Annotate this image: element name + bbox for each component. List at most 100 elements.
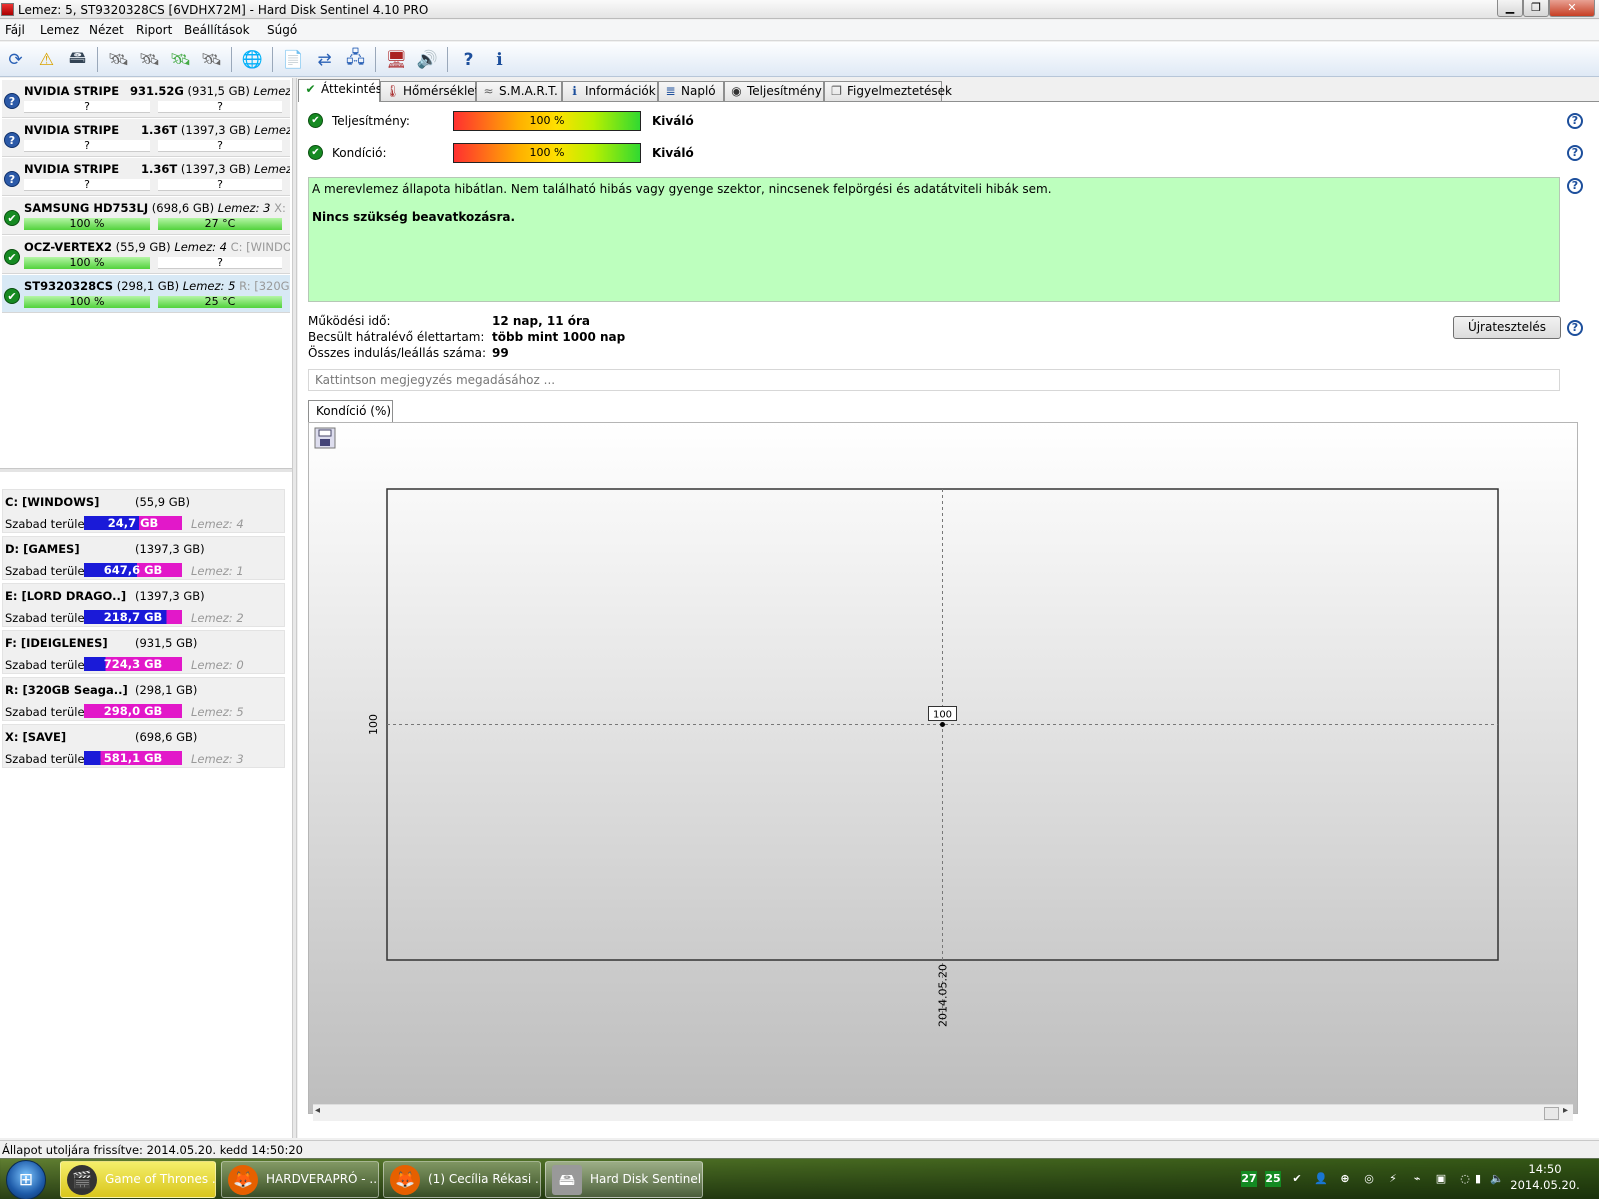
tray-check-icon[interactable]: ✔ [1289,1171,1305,1187]
temperature-bar: ? [158,140,282,152]
partition-item[interactable]: C: [WINDOWS] (55,9 GB) Szabad terület 24… [2,489,285,533]
maximize-button[interactable]: ❐ [1523,0,1549,17]
firefox-icon: 🦊 [228,1165,258,1195]
chart-horizontal-scrollbar[interactable]: ◂ ▸ [313,1104,1573,1121]
disk-capacity: 1.36T [141,162,178,176]
temperature-bar: ? [158,257,282,269]
tab-condition-chart[interactable]: Kondíció (%) [308,400,393,423]
menu-settings[interactable]: Beállítások [184,23,250,37]
document-icon[interactable]: 📄 [281,47,306,72]
help-icon[interactable]: ? [1567,320,1583,336]
partition-size: (1397,3 GB) [135,542,205,556]
minimize-button[interactable]: ▁ [1497,0,1523,17]
tray-user-icon[interactable]: 👤 [1313,1171,1329,1187]
tray-disk-temp-icon[interactable]: 27 [1241,1171,1257,1187]
disk-size: (55,9 GB) [115,240,171,254]
drive-icon[interactable]: 🖴 [65,47,90,72]
partition-item[interactable]: F: [IDEIGLENES] (931,5 GB) Szabad terüle… [2,630,285,674]
partition-item[interactable]: R: [320GB Seaga..] (298,1 GB) Szabad ter… [2,677,285,721]
disk-item-3[interactable]: ✔ SAMSUNG HD753LJ (698,6 GB) Lemez: 3 X:… [2,197,290,235]
window-title: Lemez: 5, ST9320328CS [6VDHX72M] - Hard … [18,3,429,17]
tray-signal-icon[interactable]: ▮ [1470,1171,1486,1187]
note-input[interactable]: Kattintson megjegyzés megadásához ... [308,369,1560,391]
partition-disk: Lemez: 0 [191,658,244,672]
tray-target-icon[interactable]: ◎ [1361,1171,1377,1187]
free-space-label: Szabad terület [5,517,90,531]
tab-log[interactable]: ≣ Napló [658,81,724,101]
taskbar-item-hds[interactable]: 🖴 Hard Disk Sentinel [545,1161,703,1198]
satellite-icon[interactable]: 🛰 [137,47,162,72]
menu-disk[interactable]: Lemez [40,23,79,37]
toolbar-separator [231,47,232,72]
tab-information[interactable]: ℹ Információk [562,81,658,101]
help-icon[interactable]: ? [1567,178,1583,194]
menu-report[interactable]: Riport [136,23,172,37]
tab-smart[interactable]: ≈ S.M.A.R.T. [476,81,562,101]
refresh-icon[interactable]: ⟳ [3,47,28,72]
taskbar-item-firefox-2[interactable]: 🦊 (1) Cecília Rékasi ... [383,1161,541,1198]
disk-title: ST9320328CS (298,1 GB) Lemez: 5 R: [320G… [24,279,290,293]
tab-alerts[interactable]: ❐ Figyelmeztetések [824,81,952,101]
taskbar-item-video[interactable]: 🎬 Game of Thrones ... [60,1161,216,1198]
title-bar[interactable]: Lemez: 5, ST9320328CS [6VDHX72M] - Hard … [0,0,1599,19]
info-icon[interactable]: ℹ [487,47,512,72]
help-icon[interactable]: ? [1567,113,1583,129]
partition-name: X: [SAVE] [5,730,67,744]
tray-network-icon[interactable]: ⊕ [1337,1171,1353,1187]
network-icon[interactable]: 🖧 [343,47,368,72]
speaker-icon[interactable]: 🔊 [415,47,440,72]
partition-item[interactable]: E: [LORD DRAGO..] (1397,3 GB) Szabad ter… [2,583,285,627]
partition-name: F: [IDEIGLENES] [5,636,108,650]
warning-icon[interactable]: ⚠ [34,47,59,72]
free-space-label: Szabad terület [5,611,90,625]
question-icon: ? [4,171,20,187]
condition-meter: 100 % [453,143,641,163]
disk-title: NVIDIA STRIPE 931.52G (931,5 GB) Lemez: … [24,84,290,98]
taskbar-item-firefox-1[interactable]: 🦊 HARDVERAPRÓ - ... [221,1161,379,1198]
sync-icon[interactable]: ⇄ [312,47,337,72]
menu-file[interactable]: Fájl [5,23,25,37]
menu-view[interactable]: Nézet [89,23,124,37]
tray-disk-temp-icon[interactable]: 25 [1265,1171,1281,1187]
partition-item[interactable]: X: [SAVE] (698,6 GB) Szabad terület 581,… [2,724,285,768]
partition-disk: Lemez: 5 [191,705,244,719]
tab-performance[interactable]: ◉ Teljesítmény [724,81,824,101]
close-button[interactable]: ✕ [1549,0,1595,17]
vertical-splitter[interactable] [292,78,297,1138]
tray-display-icon[interactable]: ▣ [1433,1171,1449,1187]
scroll-left-icon[interactable]: ◂ [315,1105,320,1116]
satellite-icon[interactable]: 🛰 [106,47,131,72]
disk-item-1[interactable]: ? NVIDIA STRIPE 1.36T (1397,3 GB) Lemez:… [2,119,290,157]
disk-item-4[interactable]: ✔ OCZ-VERTEX2 (55,9 GB) Lemez: 4 C: [WIN… [2,236,290,274]
app-icon[interactable] [1,3,14,16]
menu-help[interactable]: Súgó [267,23,297,37]
save-chart-button[interactable] [314,427,336,449]
smart-icon: ≈ [483,84,494,98]
tab-overview[interactable]: ✔ Áttekintés [298,79,382,102]
tab-temperature[interactable]: 🌡 Hőmérséklet [380,81,479,101]
globe-icon[interactable]: 🌐 [240,47,265,72]
disk-name: SAMSUNG HD753LJ [24,201,149,215]
disk-item-2[interactable]: ? NVIDIA STRIPE 1.36T (1397,3 GB) Lemez:… [2,158,290,196]
partition-item[interactable]: D: [GAMES] (1397,3 GB) Szabad terület 64… [2,536,285,580]
disk-item-0[interactable]: ? NVIDIA STRIPE 931.52G (931,5 GB) Lemez… [2,80,290,118]
pane-splitter[interactable] [0,468,292,472]
toolbar-separator [272,47,273,72]
help-icon[interactable]: ? [1567,145,1583,161]
start-button[interactable]: ⊞ [6,1160,46,1199]
scroll-right-icon[interactable]: ▸ [1563,1105,1568,1116]
satellite-icon[interactable]: 🛰 [168,47,193,72]
retest-button[interactable]: Újratesztelés [1453,316,1561,339]
app-window: Lemez: 5, ST9320328CS [6VDHX72M] - Hard … [0,0,1599,1158]
clock[interactable]: 14:50 2014.05.20. [1510,1161,1580,1193]
tray-power-icon[interactable]: ⚡ [1385,1171,1401,1187]
monitor-icon[interactable]: 🖥 [384,47,409,72]
help-icon[interactable]: ? [456,47,481,72]
tray-usb-icon[interactable]: ⌁ [1409,1171,1425,1187]
save-icon-label [318,429,332,437]
satellite-icon[interactable]: 🛰 [199,47,224,72]
scroll-thumb[interactable] [1544,1107,1559,1120]
condition-chart-area: 100 100 2014.05.20 [308,422,1578,1114]
tray-volume-icon[interactable]: 🔈 [1489,1171,1505,1187]
disk-item-5[interactable]: ✔ ST9320328CS (298,1 GB) Lemez: 5 R: [32… [2,275,290,313]
